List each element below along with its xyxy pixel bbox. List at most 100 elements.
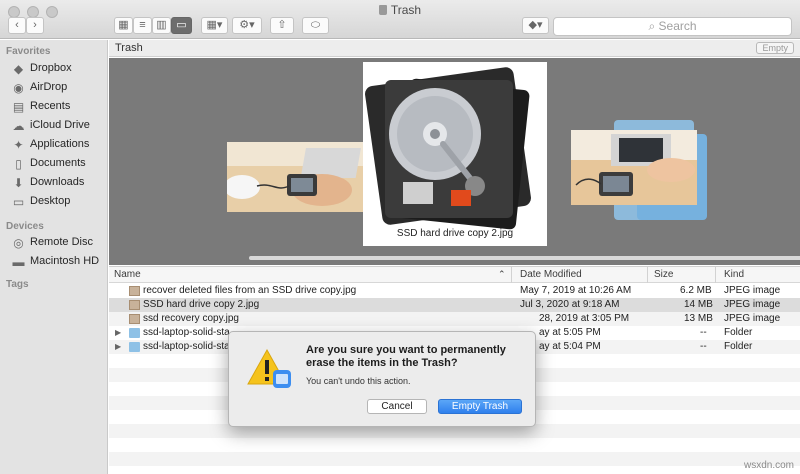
folder-icon (129, 342, 140, 352)
window-title: Trash (0, 3, 800, 17)
coverflow-icon: ▭ (176, 19, 187, 31)
list-icon: ≡ (139, 19, 146, 31)
row-kind: JPEG image (724, 285, 781, 296)
airdrop-icon: ◉ (13, 81, 24, 95)
sidebar-item-desktop[interactable]: ▭ Desktop (12, 192, 71, 210)
watermark: wsxdn.com (743, 460, 794, 471)
image-file-icon (129, 286, 140, 296)
cover-caption: SSD hard drive copy 2.jpg (396, 228, 514, 239)
back-button[interactable]: ‹ (8, 17, 26, 34)
group-icon: ▦▾ (206, 19, 223, 31)
row-name: SSD hard drive copy 2.jpg (143, 299, 260, 310)
cover-flow-button[interactable]: ▭ (171, 17, 192, 34)
sidebar-item-dropbox[interactable]: ◆ Dropbox (12, 59, 72, 77)
column-view-button[interactable]: ▥ (152, 17, 171, 34)
action-button[interactable]: ⚙▾ (232, 17, 262, 34)
sidebar-item-remote-disc[interactable]: ◎ Remote Disc (12, 233, 93, 251)
column-divider (511, 267, 512, 283)
folder-icon (129, 328, 140, 338)
laptop-photo (227, 142, 364, 212)
sidebar-item-macintosh-hd[interactable]: ▬ Macintosh HD (12, 252, 100, 270)
dropbox-icon: ◆▾ (528, 19, 543, 31)
cover-thumbnail-right[interactable] (571, 130, 697, 205)
sidebar-item-recents[interactable]: ▤ Recents (12, 97, 71, 115)
sidebar-item-icloud[interactable]: ☁ iCloud Drive (12, 116, 90, 134)
sidebar-heading-devices: Devices (6, 221, 44, 232)
sort-chevron-up-icon: ⌃ (498, 269, 506, 279)
row-date: ay at 5:05 PM (539, 327, 601, 338)
dialog-title: Are you sure you want to permanently era… (306, 344, 506, 369)
row-name: recover deleted files from an SSD drive … (143, 285, 357, 296)
disclosure-triangle-icon[interactable]: ▶ (115, 340, 121, 354)
cloud-icon: ☁ (12, 119, 25, 133)
sidebar-heading-favorites: Favorites (6, 46, 51, 57)
row-name: ssd recovery copy.jpg (143, 313, 239, 324)
row-name: ssd-laptop-solid-sta (143, 341, 230, 352)
cancel-button[interactable]: Cancel (367, 399, 427, 414)
row-size: -- (700, 327, 707, 338)
row-size: 14 MB (684, 299, 713, 310)
laptop-photo-2 (571, 130, 697, 205)
sidebar-item-documents[interactable]: ▯ Documents (12, 154, 85, 172)
row-size: 6.2 MB (680, 285, 712, 296)
disc-icon: ◎ (13, 236, 24, 250)
table-row[interactable]: ssd recovery copy.jpg 28, 2019 at 3:05 P… (109, 312, 800, 326)
row-kind: Folder (724, 341, 753, 352)
row-date: 28, 2019 at 3:05 PM (539, 313, 630, 324)
disclosure-triangle-icon[interactable]: ▶ (115, 326, 121, 340)
column-header-size[interactable]: Size (654, 269, 673, 280)
table-row[interactable]: SSD hard drive copy 2.jpg Jul 3, 2020 at… (109, 298, 800, 312)
sidebar: Favorites ◆ Dropbox ◉ AirDrop ▤ Recents ☁ iC… (0, 40, 108, 474)
row-date: ay at 5:04 PM (539, 341, 601, 352)
empty-trash-small-button[interactable]: Empty (756, 42, 794, 54)
column-header-date[interactable]: Date Modified (520, 269, 582, 280)
cover-thumbnail-left[interactable] (227, 142, 364, 212)
group-by-button[interactable]: ▦▾ (201, 17, 228, 34)
sidebar-item-downloads[interactable]: ⬇ Downloads (12, 173, 84, 191)
desktop-icon: ▭ (12, 195, 25, 209)
search-field[interactable]: ⌕ Search (553, 17, 792, 36)
tag-icon: ⬭ (310, 19, 321, 31)
row-date: May 7, 2019 at 10:26 AM (520, 285, 632, 296)
empty-trash-dialog: Are you sure you want to permanently era… (228, 331, 536, 427)
tags-button[interactable]: ⬭ (302, 17, 329, 34)
list-view-button[interactable]: ≡ (133, 17, 152, 34)
gear-icon: ⚙▾ (239, 19, 255, 31)
search-icon: ⌕ (648, 19, 659, 33)
columns-icon: ▥ (156, 19, 167, 31)
column-header-kind[interactable]: Kind (724, 269, 744, 280)
image-file-icon (129, 300, 140, 310)
column-header-name[interactable]: Name (114, 269, 141, 280)
path-bar: Trash Empty (109, 40, 800, 57)
row-name: ssd-laptop-solid-sta (143, 327, 230, 338)
warning-icon (247, 348, 291, 388)
row-size: -- (700, 341, 707, 352)
row-size: 13 MB (684, 313, 713, 324)
forward-button[interactable]: › (26, 17, 44, 34)
row-kind: JPEG image (724, 299, 781, 310)
dropbox-button[interactable]: ◆▾ (522, 17, 549, 34)
share-button[interactable]: ⇧ (270, 17, 294, 34)
applications-icon: ✦ (13, 138, 24, 152)
empty-trash-button[interactable]: Empty Trash (438, 399, 522, 414)
grid-icon: ▦ (118, 19, 129, 31)
cover-flow-scrollbar[interactable] (249, 256, 800, 260)
chevron-left-icon: ‹ (15, 19, 19, 31)
table-row[interactable]: recover deleted files from an SSD drive … (109, 284, 800, 298)
share-icon: ⇧ (277, 19, 287, 31)
sidebar-item-airdrop[interactable]: ◉ AirDrop (12, 78, 67, 96)
dropbox-icon: ◆ (13, 62, 24, 76)
cover-selected-image[interactable]: SSD hard drive copy 2.jpg (363, 62, 547, 246)
column-divider (715, 267, 716, 283)
chevron-right-icon: › (33, 19, 37, 31)
image-file-icon (129, 314, 140, 324)
icon-view-button[interactable]: ▦ (114, 17, 133, 34)
hard-drive-image (365, 67, 531, 230)
row-kind: JPEG image (724, 313, 781, 324)
downloads-icon: ⬇ (13, 176, 24, 190)
sidebar-item-applications[interactable]: ✦ Applications (12, 135, 89, 153)
window-toolbar: Trash ‹ › ▦ ≡ ▥ ▭ ▦▾ ⚙▾ ⇧ ⬭ ◆▾ ⌕ Search (0, 0, 800, 39)
documents-icon: ▯ (15, 157, 22, 171)
row-date: Jul 3, 2020 at 9:18 AM (520, 299, 620, 310)
table-row-empty (109, 438, 800, 452)
